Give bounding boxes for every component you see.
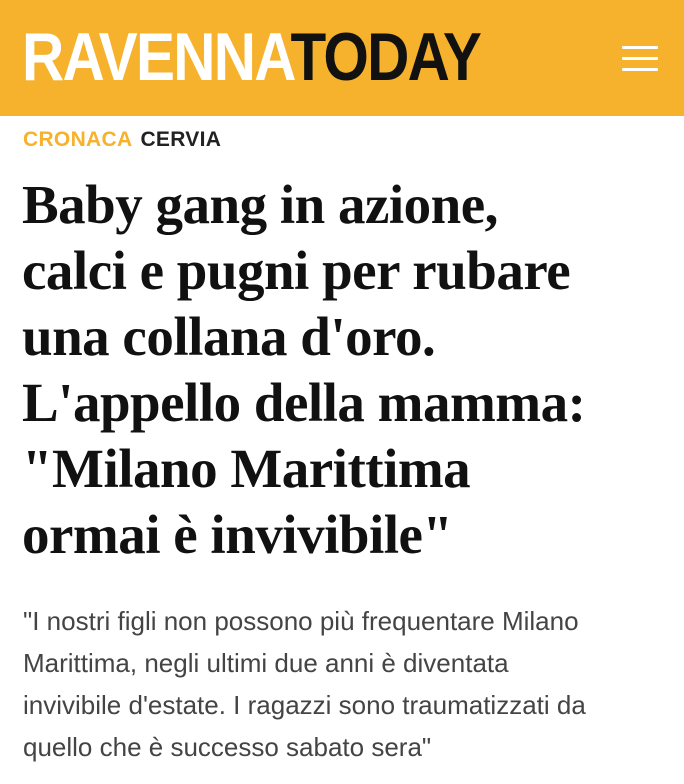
headline-line: Baby gang in azione, (22, 174, 498, 235)
article-subtitle: "I nostri figli non possono più frequent… (23, 600, 673, 768)
article-headline: Baby gang in azione, calci e pugni per r… (22, 172, 672, 568)
breadcrumb-section-link[interactable]: CRONACA (23, 128, 132, 151)
menu-icon-bar-bottom (622, 68, 658, 71)
subtitle-line: "I nostri figli non possono più frequent… (23, 606, 579, 636)
menu-icon-bar-middle (622, 57, 658, 60)
breadcrumb-location-link[interactable]: CERVIA (140, 128, 221, 151)
breadcrumb: CRONACA CERVIA (23, 126, 221, 154)
headline-line: ormai è invivibile" (22, 504, 453, 565)
site-logo[interactable]: RAVENNATODAY (22, 19, 482, 95)
subtitle-line: quello che è successo sabato sera" (23, 732, 432, 762)
logo-text-today: TODAY (290, 19, 481, 95)
site-header: RAVENNATODAY (0, 0, 684, 116)
subtitle-line: Marittima, negli ultimi due anni è diven… (23, 648, 509, 678)
subtitle-line: invivibile d'estate. I ragazzi sono trau… (23, 690, 586, 720)
logo-text-ravenna: RAVENNA (22, 19, 292, 95)
headline-line: una collana d'oro. (22, 306, 436, 367)
hamburger-menu-icon[interactable] (616, 40, 662, 78)
menu-icon-bar-top (622, 46, 658, 49)
headline-line: calci e pugni per rubare (22, 240, 571, 301)
headline-line: L'appello della mamma: (22, 372, 586, 433)
headline-line: "Milano Marittima (22, 438, 471, 499)
